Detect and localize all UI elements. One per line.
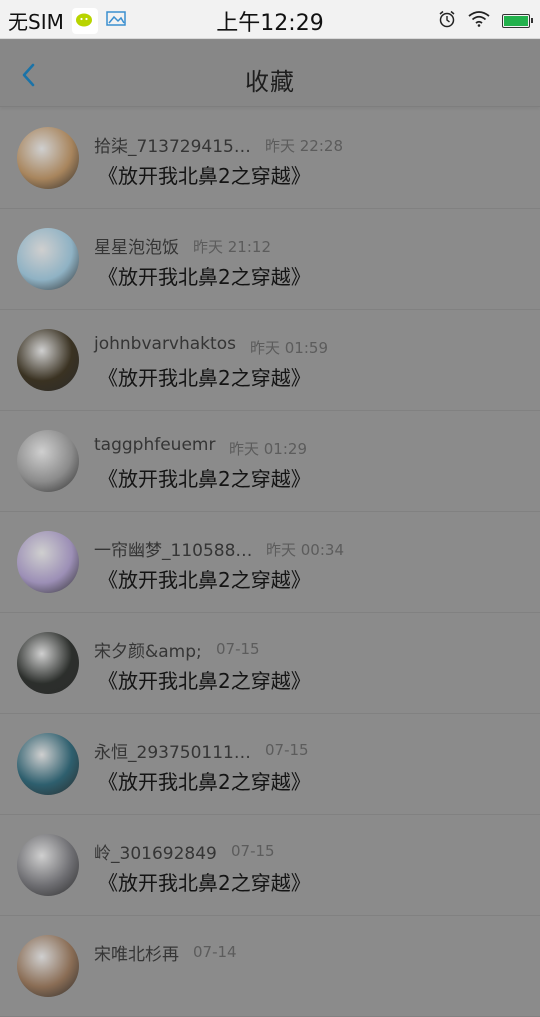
- timestamp: 昨天 21:12: [193, 238, 271, 256]
- list-item[interactable]: 宋唯北杉再 07-14: [0, 916, 540, 1017]
- timestamp: 昨天 01:29: [229, 440, 307, 458]
- timestamp: 07-15: [265, 741, 309, 759]
- timestamp: 昨天 01:59: [250, 339, 328, 357]
- book-title: 《放开我北鼻2之穿越》: [98, 366, 311, 390]
- avatar[interactable]: [17, 531, 79, 593]
- avatar[interactable]: [17, 834, 79, 896]
- avatar[interactable]: [17, 632, 79, 694]
- book-title: 《放开我北鼻2之穿越》: [98, 467, 311, 491]
- username: 宋夕颜&amp;: [94, 642, 202, 662]
- timestamp: 昨天 00:34: [266, 541, 344, 559]
- avatar[interactable]: [17, 430, 79, 492]
- book-title: 《放开我北鼻2之穿越》: [98, 669, 311, 693]
- list-item[interactable]: johnbvarvhaktos 昨天 01:59 《放开我北鼻2之穿越》: [0, 310, 540, 411]
- username: taggphfeuemr: [94, 435, 216, 455]
- page-title: 收藏: [245, 68, 295, 96]
- battery-icon: [502, 14, 533, 28]
- username: 一帘幽梦_110588…: [94, 541, 253, 561]
- alarm-icon: [438, 10, 456, 32]
- battery-level-fill: [504, 16, 528, 26]
- wifi-icon: [468, 11, 490, 31]
- book-title: 《放开我北鼻2之穿越》: [98, 164, 311, 188]
- list-item[interactable]: taggphfeuemr 昨天 01:29 《放开我北鼻2之穿越》: [0, 411, 540, 512]
- book-title: 《放开我北鼻2之穿越》: [98, 770, 311, 794]
- list-item[interactable]: 宋夕颜&amp; 07-15 《放开我北鼻2之穿越》: [0, 613, 540, 714]
- book-title: 《放开我北鼻2之穿越》: [98, 265, 311, 289]
- book-title: 《放开我北鼻2之穿越》: [98, 871, 311, 895]
- avatar[interactable]: [17, 329, 79, 391]
- username: johnbvarvhaktos: [94, 334, 236, 354]
- list-item[interactable]: 一帘幽梦_110588… 昨天 00:34 《放开我北鼻2之穿越》: [0, 512, 540, 613]
- avatar[interactable]: [17, 733, 79, 795]
- timestamp: 07-14: [193, 943, 237, 961]
- username: 星星泡泡饭: [94, 238, 179, 258]
- username: 拾柒_713729415…: [94, 137, 251, 157]
- list-item[interactable]: 星星泡泡饭 昨天 21:12 《放开我北鼻2之穿越》: [0, 209, 540, 310]
- timestamp: 07-15: [231, 842, 275, 860]
- list-item[interactable]: 拾柒_713729415… 昨天 22:28 《放开我北鼻2之穿越》: [0, 108, 540, 209]
- list-item[interactable]: 永恒_293750111… 07-15 《放开我北鼻2之穿越》: [0, 714, 540, 815]
- book-title: 《放开我北鼻2之穿越》: [98, 568, 311, 592]
- avatar[interactable]: [17, 228, 79, 290]
- username: 岭_301692849: [94, 844, 217, 864]
- username: 宋唯北杉再: [94, 945, 179, 965]
- timestamp: 昨天 22:28: [265, 137, 343, 155]
- status-bar: 无SIM 上午12:29: [0, 0, 540, 39]
- timestamp: 07-15: [216, 640, 260, 658]
- nav-bar: 收藏: [0, 40, 540, 107]
- favorites-list: 拾柒_713729415… 昨天 22:28 《放开我北鼻2之穿越》 星星泡泡饭 昨天 …: [0, 108, 540, 1017]
- username: 永恒_293750111…: [94, 743, 251, 763]
- avatar[interactable]: [17, 127, 79, 189]
- avatar[interactable]: [17, 935, 79, 997]
- list-item[interactable]: 岭_301692849 07-15 《放开我北鼻2之穿越》: [0, 815, 540, 916]
